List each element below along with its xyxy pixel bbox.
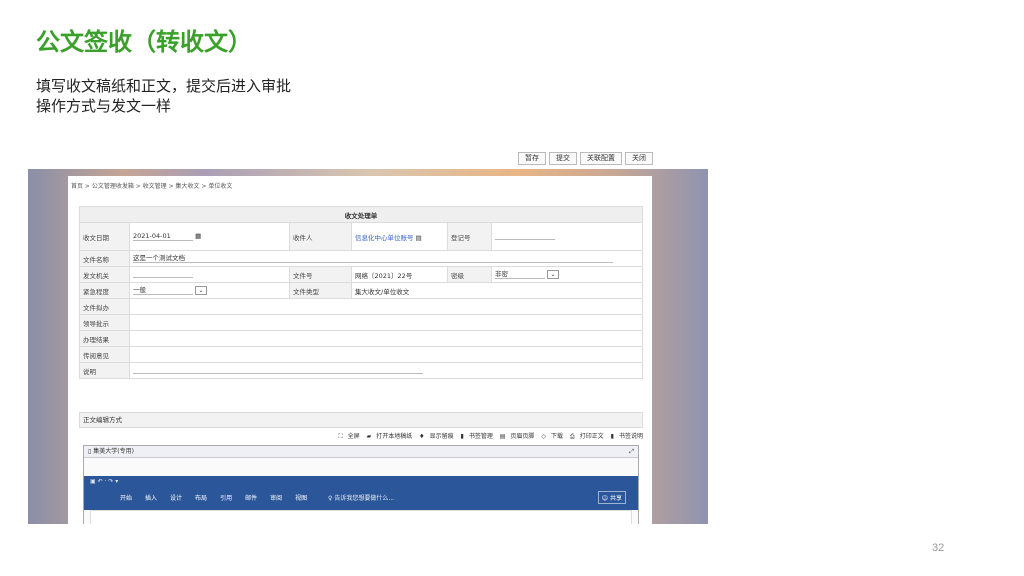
doc-no-label: 文件号 xyxy=(289,266,352,283)
close-button[interactable]: 关闭 xyxy=(625,152,653,165)
lightbulb-icon: ♀ xyxy=(328,495,333,502)
calendar-icon[interactable]: ▦ xyxy=(195,232,201,240)
slide-description: 填写收文稿纸和正文，提交后进入审批 操作方式与发文一样 xyxy=(36,76,291,116)
submit-button[interactable]: 提交 xyxy=(549,152,577,165)
user-icon: ☺ xyxy=(601,495,609,502)
editor-title-bar: ▯ 集美大学(专用) ⤢ xyxy=(84,446,638,458)
ribbon-tab-design[interactable]: 设计 xyxy=(170,493,182,502)
desc-line-2: 操作方式与发文一样 xyxy=(36,97,172,115)
note-input[interactable] xyxy=(133,365,423,374)
ribbon-tab-mailings[interactable]: 邮件 xyxy=(245,493,257,502)
urgency-label: 紧急程度 xyxy=(79,282,130,299)
tell-me-text: 告诉我您想要做什么... xyxy=(334,495,395,502)
urgency-select[interactable]: 一般 xyxy=(133,286,193,295)
ribbon-tab-references[interactable]: 引用 xyxy=(220,493,232,502)
result-label: 办理结果 xyxy=(79,330,130,347)
leader-label: 领导批示 xyxy=(79,314,130,331)
form-title: 收文处理单 xyxy=(79,206,643,223)
header-footer-tool[interactable]: ▤ 页眉页脚 xyxy=(500,433,535,440)
draft-field[interactable] xyxy=(129,298,643,315)
receipt-form-panel: 首页 > 公文管理收发箱 > 收文管理 > 集大收文 > 单位收文 收文处理单 … xyxy=(68,176,652,524)
fullscreen-tool[interactable]: ⛶ 全屏 xyxy=(338,433,359,440)
ribbon-tab-view[interactable]: 视图 xyxy=(295,493,307,502)
tell-me-search[interactable]: ♀ 告诉我您想要做什么... xyxy=(328,493,394,502)
expand-icon[interactable]: ⤢ xyxy=(629,446,634,458)
show-trace-tool[interactable]: ♦ 显示留痕 xyxy=(419,433,453,440)
download-tool[interactable]: ◇ 下载 xyxy=(541,433,563,440)
ribbon-tabs: 开始 插入 设计 布局 引用 邮件 审阅 视图 xyxy=(120,493,307,502)
chevron-down-icon[interactable]: ⌄ xyxy=(195,286,207,295)
doc-type-label: 文件类型 xyxy=(289,282,352,299)
share-label: 共享 xyxy=(609,495,622,502)
desc-line-1: 填写收文稿纸和正文，提交后进入审批 xyxy=(36,77,292,95)
reg-no-input[interactable] xyxy=(495,231,555,240)
print-tool[interactable]: ⎙ 打印正文 xyxy=(570,433,604,440)
word-ribbon: ▣ ↶ · ↷ ▾ 开始 插入 设计 布局 引用 邮件 审阅 视图 ♀ 告诉我您… xyxy=(84,476,638,510)
share-button[interactable]: ☺ 共享 xyxy=(597,491,626,504)
ribbon-tab-home[interactable]: 开始 xyxy=(120,493,132,502)
receive-date-input[interactable]: 2021-04-01 xyxy=(133,232,193,241)
draft-label: 文件拟办 xyxy=(79,298,130,315)
receipt-form: 收文处理单 收文日期 2021-04-01 ▦ 收件人 信息化中心单位账号 ▤ … xyxy=(79,206,643,379)
page-number: 32 xyxy=(932,542,945,554)
ribbon-tab-layout[interactable]: 布局 xyxy=(195,493,207,502)
action-toolbar: 暂存 提交 关联配置 关闭 xyxy=(518,152,653,165)
word-editor-window: ▯ 集美大学(专用) ⤢ ▣ ↶ · ↷ ▾ 开始 插入 设计 布局 引用 邮件… xyxy=(83,445,639,524)
save-draft-button[interactable]: 暂存 xyxy=(518,152,546,165)
open-local-tool[interactable]: ▰ 打开本地稿纸 xyxy=(367,433,413,440)
secret-label: 密级 xyxy=(447,266,492,283)
address-book-icon[interactable]: ▤ xyxy=(416,234,422,242)
editor-doc-title: 集美大学(专用) xyxy=(93,448,134,455)
slide-title: 公文签收（转收文） xyxy=(36,28,252,56)
recipient-value[interactable]: 信息化中心单位账号 xyxy=(355,234,414,242)
circulate-field[interactable] xyxy=(129,346,643,363)
ribbon-tab-review[interactable]: 审阅 xyxy=(270,493,282,502)
recipient-label: 收件人 xyxy=(289,222,352,251)
secret-select[interactable]: 非密 xyxy=(495,270,545,279)
doc-type-value: 集大收文/单位收文 xyxy=(351,282,643,299)
file-name-input[interactable]: 这是一个测试文档 xyxy=(133,254,613,263)
receive-date-label: 收文日期 xyxy=(79,222,130,251)
document-canvas[interactable] xyxy=(90,510,632,524)
leader-field[interactable] xyxy=(129,314,643,331)
file-name-label: 文件名称 xyxy=(79,250,130,267)
circulate-label: 传阅意见 xyxy=(79,346,130,363)
issuer-label: 发文机关 xyxy=(79,266,130,283)
bookmark-help-tool[interactable]: ▮ 书签说明 xyxy=(611,433,643,440)
result-field[interactable] xyxy=(129,330,643,347)
reg-no-label: 登记号 xyxy=(447,222,492,251)
issuer-input[interactable] xyxy=(133,269,193,278)
chevron-down-icon[interactable]: ⌄ xyxy=(547,270,559,279)
related-config-button[interactable]: 关联配置 xyxy=(580,152,622,165)
doc-no-value: 网络〔2021〕22号 xyxy=(351,266,448,283)
document-icon: ▯ xyxy=(88,448,92,455)
quick-access-icons[interactable]: ▣ ↶ · ↷ ▾ xyxy=(90,478,118,485)
note-label: 说明 xyxy=(79,362,130,379)
bookmark-manage-tool[interactable]: ▮ 书签管理 xyxy=(461,433,493,440)
ribbon-tab-insert[interactable]: 插入 xyxy=(145,493,157,502)
editor-mode-label: 正文编辑方式 xyxy=(79,412,643,428)
editor-toolbar: ⛶ 全屏 ▰ 打开本地稿纸 ♦ 显示留痕 ▮ 书签管理 ▤ 页眉页脚 ◇ 下载 ⎙ 打印正文 … xyxy=(79,430,643,444)
breadcrumb: 首页 > 公文管理收发箱 > 收文管理 > 集大收文 > 单位收文 xyxy=(71,183,233,190)
